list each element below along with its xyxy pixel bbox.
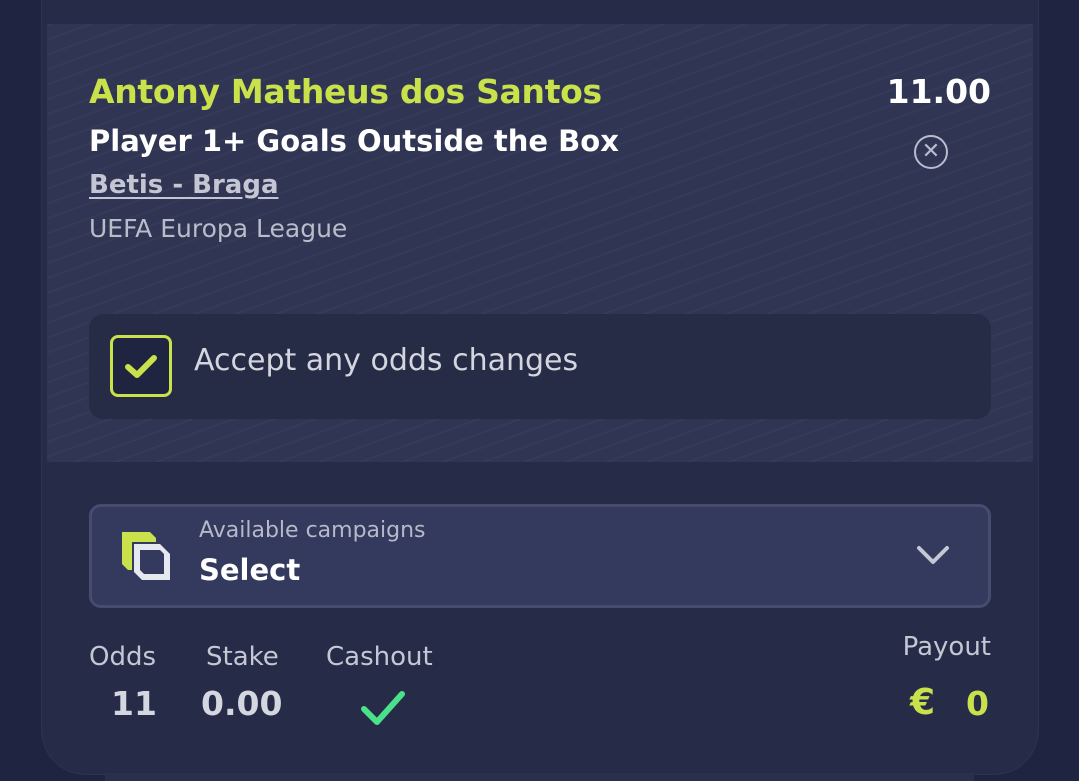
match-link[interactable]: Betis - Braga xyxy=(89,170,279,200)
chevron-down-icon[interactable] xyxy=(914,540,952,570)
stake-label: Stake xyxy=(206,642,279,672)
payout-label: Payout xyxy=(902,632,991,662)
player-name: Antony Matheus dos Santos xyxy=(89,72,602,111)
selection-odds: 11.00 xyxy=(886,72,991,111)
odds-label: Odds xyxy=(89,642,157,672)
accept-odds-label: Accept any odds changes xyxy=(194,343,579,378)
close-circle-icon: ✕ xyxy=(921,139,941,164)
remove-selection-button[interactable]: ✕ xyxy=(914,135,948,169)
stake-value[interactable]: 0.00 xyxy=(201,684,282,723)
cashout-label: Cashout xyxy=(326,642,433,672)
cashout-check-icon xyxy=(361,691,405,725)
campaign-caption: Available campaigns xyxy=(199,518,426,543)
campaign-icon xyxy=(122,532,170,580)
top-divider xyxy=(47,0,1033,24)
total-odds-value: 11 xyxy=(111,684,157,723)
league-name: UEFA Europa League xyxy=(89,214,348,243)
market-name: Player 1+ Goals Outside the Box xyxy=(89,124,619,158)
accept-odds-checkbox[interactable] xyxy=(110,335,172,397)
payout-value: 0 xyxy=(966,684,989,723)
campaign-selected-value: Select xyxy=(199,553,301,587)
bottom-divider xyxy=(105,773,974,781)
payout-currency: € xyxy=(910,682,936,723)
checkmark-icon xyxy=(125,355,157,378)
